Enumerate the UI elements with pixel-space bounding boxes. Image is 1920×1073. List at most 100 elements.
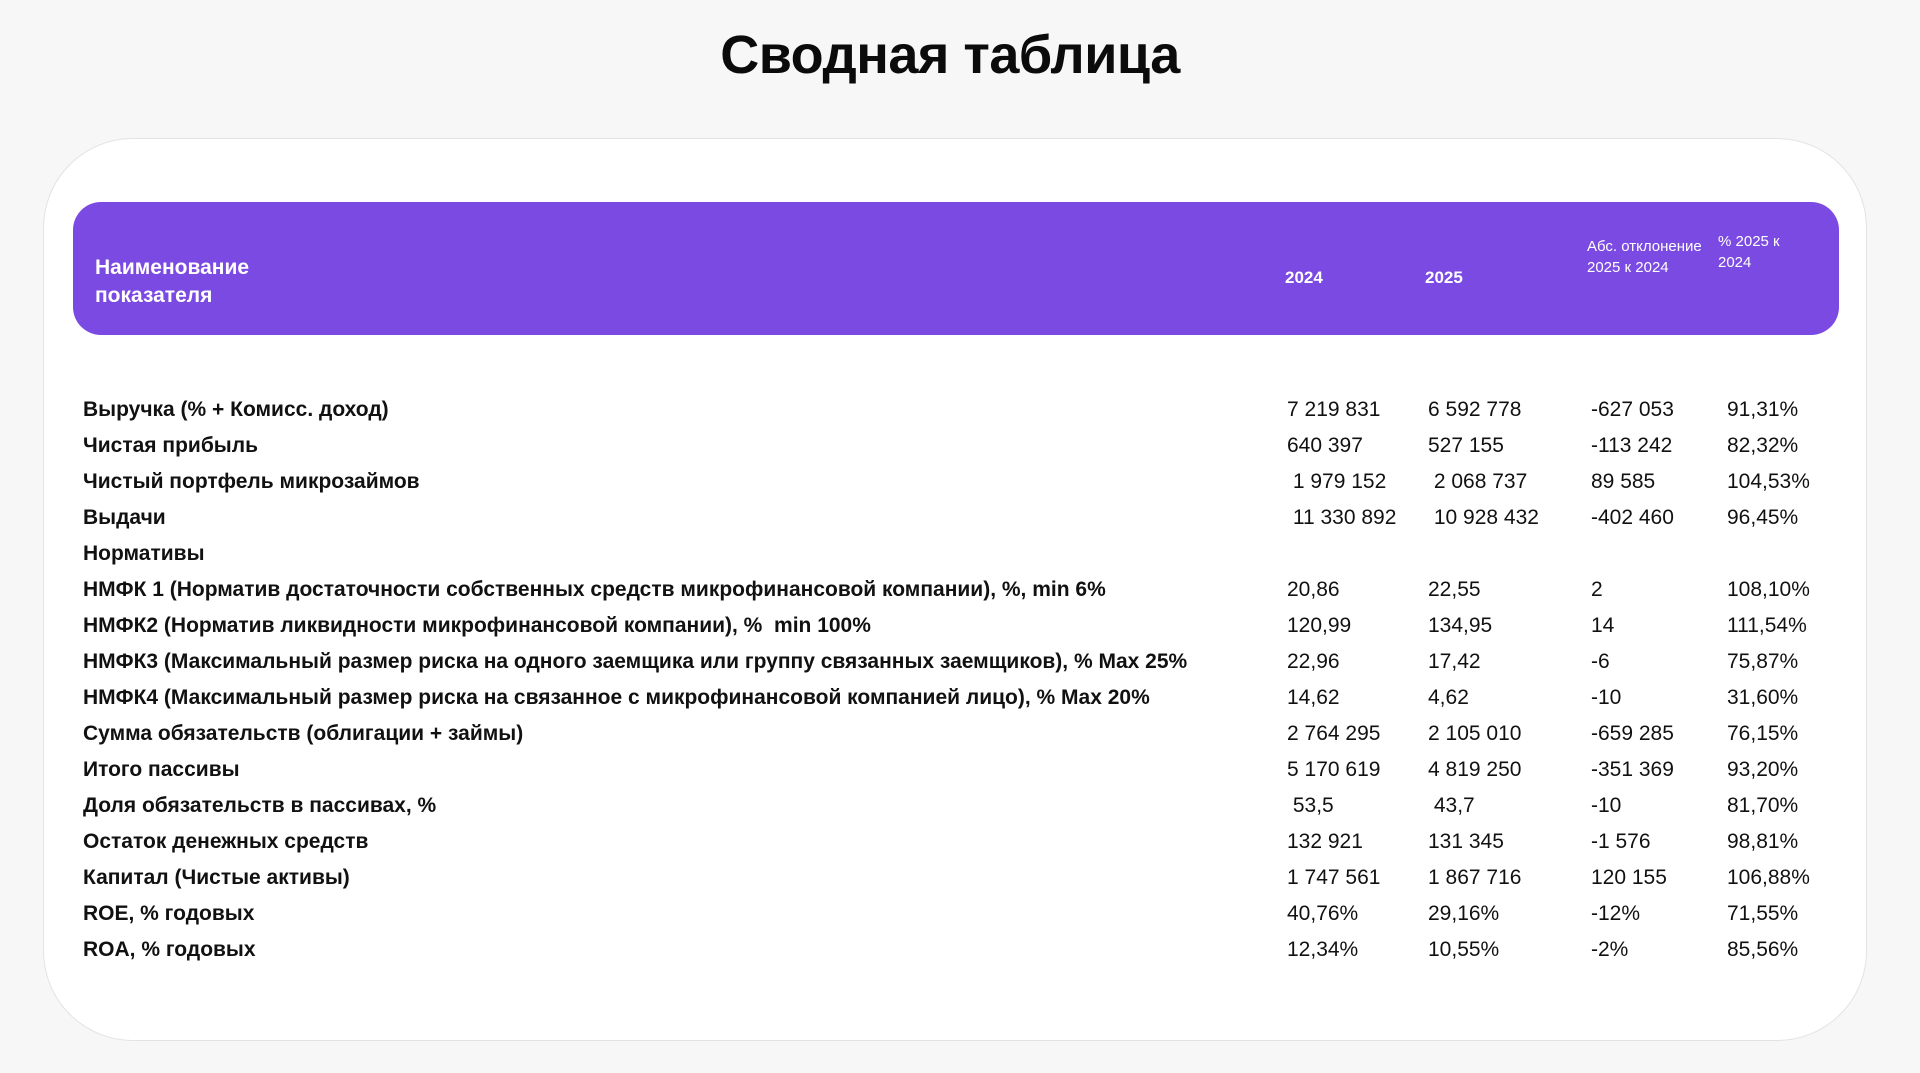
row-value-2024: 22,96 xyxy=(1287,650,1340,673)
summary-table-card: Наименование показателя 2024 2025 Абс. о… xyxy=(43,138,1867,1041)
row-value-2025: 2 068 737 xyxy=(1428,470,1528,493)
row-abs-deviation: 14 xyxy=(1591,614,1615,637)
row-abs-deviation: -1 576 xyxy=(1591,830,1651,853)
row-value-2024: 11 330 892 xyxy=(1287,506,1397,529)
row-value-2024: 40,76% xyxy=(1287,902,1359,925)
row-percent-change: 96,45% xyxy=(1727,506,1799,529)
row-percent-change: 106,88% xyxy=(1727,866,1810,889)
row-value-2025: 1 867 716 xyxy=(1428,866,1522,889)
row-value-2024: 20,86 xyxy=(1287,578,1340,601)
table-row: Остаток денежных средств 132 921 131 345 -1… xyxy=(44,824,1868,860)
row-value-2025: 131 345 xyxy=(1428,830,1504,853)
page-title: Сводная таблица xyxy=(720,25,1180,85)
row-percent-change: 75,87% xyxy=(1727,650,1799,673)
table-row: Сумма обязательств (облигации + займы) 2 … xyxy=(44,716,1868,752)
row-value-2024: 2 764 295 xyxy=(1287,722,1381,745)
row-value-2024: 132 921 xyxy=(1287,830,1363,853)
table-row: ROA, % годовых 12,34% 10,55% -2% 85,56% xyxy=(44,932,1868,968)
row-indicator-name: НМФК3 (Максимальный размер риска на одно… xyxy=(83,650,1188,673)
table-row: НМФК2 (Норматив ликвидности микрофинансо… xyxy=(44,608,1868,644)
row-value-2025: 22,55 xyxy=(1428,578,1481,601)
table-row: Выдачи 11 330 892 10 928 432 -402 460 96,4… xyxy=(44,500,1868,536)
row-abs-deviation: 2 xyxy=(1591,578,1603,601)
row-abs-deviation: -113 242 xyxy=(1591,434,1673,457)
table-row: Нормативы xyxy=(44,536,1868,572)
table-row: НМФК4 (Максимальный размер риска на связ… xyxy=(44,680,1868,716)
row-indicator-name: Выручка (% + Комисс. доход) xyxy=(83,398,389,421)
row-abs-deviation: 120 155 xyxy=(1591,866,1667,889)
row-percent-change: 81,70% xyxy=(1727,794,1799,817)
row-indicator-name: Сумма обязательств (облигации + займы) xyxy=(83,722,524,745)
table-row: НМФК 1 (Норматив достаточности собственн… xyxy=(44,572,1868,608)
row-value-2024: 5 170 619 xyxy=(1287,758,1381,781)
row-percent-change: 71,55% xyxy=(1727,902,1799,925)
row-indicator-name: ROE, % годовых xyxy=(83,902,255,925)
table-row: Капитал (Чистые активы) 1 747 561 1 867 71… xyxy=(44,860,1868,896)
table-row: НМФК3 (Максимальный размер риска на одно… xyxy=(44,644,1868,680)
row-indicator-name: Нормативы xyxy=(83,542,205,565)
row-abs-deviation: -10 xyxy=(1591,686,1622,709)
row-value-2024: 14,62 xyxy=(1287,686,1340,709)
row-abs-deviation: -6 xyxy=(1591,650,1610,673)
table-header: Наименование показателя 2024 2025 Абс. о… xyxy=(73,202,1839,335)
row-value-2024: 1 747 561 xyxy=(1287,866,1381,889)
row-value-2024: 12,34% xyxy=(1287,938,1359,961)
table-row: Доля обязательств в пассивах, % 53,5 43,… xyxy=(44,788,1868,824)
row-abs-deviation: 89 585 xyxy=(1591,470,1656,493)
row-abs-deviation: -659 285 xyxy=(1591,722,1674,745)
row-value-2025: 10,55% xyxy=(1428,938,1500,961)
row-indicator-name: Чистый портфель микрозаймов xyxy=(83,470,420,493)
row-abs-deviation: -2% xyxy=(1591,938,1629,961)
row-percent-change: 98,81% xyxy=(1727,830,1799,853)
row-percent-change: 82,32% xyxy=(1727,434,1799,457)
row-percent-change: 31,60% xyxy=(1727,686,1799,709)
row-indicator-name: Выдачи xyxy=(83,506,166,529)
row-value-2025: 10 928 432 xyxy=(1428,506,1539,529)
row-value-2024: 1 979 152 xyxy=(1287,470,1387,493)
row-abs-deviation: -12% xyxy=(1591,902,1641,925)
row-indicator-name: НМФК2 (Норматив ликвидности микрофинансо… xyxy=(83,614,871,637)
row-value-2025: 6 592 778 xyxy=(1428,398,1522,421)
row-value-2024: 120,99 xyxy=(1287,614,1352,637)
header-indicator-name: Наименование показателя xyxy=(95,256,250,307)
row-indicator-name: Доля обязательств в пассивах, % xyxy=(83,794,437,817)
row-indicator-name: Итого пассивы xyxy=(83,758,240,781)
table-row: Чистая прибыль 640 397 527 155 -113 242 82,3… xyxy=(44,428,1868,464)
row-value-2025: 134,95 xyxy=(1428,614,1493,637)
header-abs-deviation: Абс. отклонение 2025 к 2024 xyxy=(1587,238,1702,276)
row-abs-deviation: -10 xyxy=(1591,794,1622,817)
row-percent-change: 93,20% xyxy=(1727,758,1799,781)
row-value-2025: 43,7 xyxy=(1428,794,1475,817)
row-value-2025: 29,16% xyxy=(1428,902,1500,925)
row-value-2025: 17,42 xyxy=(1428,650,1481,673)
row-abs-deviation: -402 460 xyxy=(1591,506,1674,529)
row-percent-change: 104,53% xyxy=(1727,470,1810,493)
row-value-2024: 53,5 xyxy=(1287,794,1334,817)
row-indicator-name: Капитал (Чистые активы) xyxy=(83,866,350,889)
table-row: ROE, % годовых 40,76% 29,16% -12% 71,55% xyxy=(44,896,1868,932)
row-percent-change: 108,10% xyxy=(1727,578,1810,601)
row-abs-deviation: -627 053 xyxy=(1591,398,1674,421)
row-percent-change: 85,56% xyxy=(1727,938,1799,961)
table-row: Чистый портфель микрозаймов 1 979 152 2 … xyxy=(44,464,1868,500)
table-row: Итого пассивы 5 170 619 4 819 250 -351 369 9… xyxy=(44,752,1868,788)
row-indicator-name: Чистая прибыль xyxy=(83,434,258,457)
row-percent-change: 111,54% xyxy=(1727,614,1807,637)
header-percent-change: % 2025 к 2024 xyxy=(1718,233,1780,271)
table-row: Выручка (% + Комисс. доход) 7 219 831 6 59… xyxy=(44,392,1868,428)
header-2024: 2024 xyxy=(1285,268,1323,287)
header-2025: 2025 xyxy=(1425,268,1463,287)
row-indicator-name: НМФК4 (Максимальный размер риска на связ… xyxy=(83,686,1150,709)
row-value-2025: 527 155 xyxy=(1428,434,1504,457)
row-percent-change: 76,15% xyxy=(1727,722,1799,745)
row-value-2025: 2 105 010 xyxy=(1428,722,1522,745)
row-value-2024: 7 219 831 xyxy=(1287,398,1381,421)
row-value-2024: 640 397 xyxy=(1287,434,1363,457)
row-indicator-name: Остаток денежных средств xyxy=(83,830,369,853)
row-indicator-name: НМФК 1 (Норматив достаточности собственн… xyxy=(83,578,1106,601)
row-percent-change: 91,31% xyxy=(1727,398,1799,421)
table-body: Выручка (% + Комисс. доход) 7 219 831 6 59… xyxy=(44,392,1868,968)
row-indicator-name: ROA, % годовых xyxy=(83,938,256,961)
row-abs-deviation: -351 369 xyxy=(1591,758,1674,781)
row-value-2025: 4,62 xyxy=(1428,686,1469,709)
